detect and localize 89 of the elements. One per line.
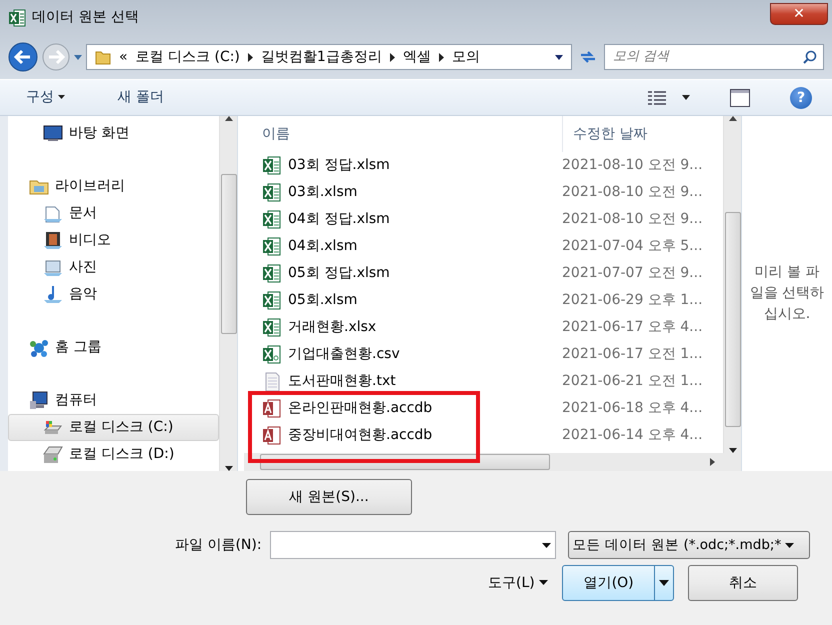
database-file-icon [262,398,282,418]
music-note-icon [43,284,63,304]
nav-item[interactable]: 음악 [8,281,219,308]
file-name[interactable]: 도서판매현황.txt [288,371,396,392]
scrollbar[interactable] [723,116,741,453]
nav-item[interactable]: 로컬 디스크 (D:) [8,441,219,468]
spreadsheet-file-icon [262,156,282,176]
preview-pane-icon[interactable] [730,88,750,106]
new-source-button[interactable]: 새 원본(S)... [246,479,412,515]
scrollbar[interactable] [219,116,237,471]
modified-date: 2021-08-10 오전 9... [562,183,703,202]
excel-icon [8,8,26,26]
open-button[interactable]: 열기(O) [562,565,674,601]
caret-icon[interactable] [682,95,690,100]
computer-icon [29,390,49,410]
document-icon [43,204,63,224]
modified-date: 2021-06-14 오후 4... [562,426,703,445]
network-icon [29,338,49,358]
file-name[interactable]: 03회.xlsm [288,182,358,203]
modified-date: 2021-06-17 오전 1... [562,345,703,364]
spreadsheet-file-icon [262,236,282,256]
file-name[interactable]: 04회 정답.xlsm [288,209,390,230]
breadcrumb[interactable]: 모의 [452,46,480,68]
nav-item[interactable]: 사진 [8,254,219,281]
file-name[interactable]: 거래현황.xlsx [288,317,376,338]
nav-item[interactable]: 로컬 디스크 (C:) [8,414,219,441]
file-name[interactable]: 05회 정답.xlsm [288,263,390,284]
file-name[interactable]: 중장비대여현황.accdb [288,425,432,446]
spreadsheet-file-icon [262,344,282,364]
breadcrumb[interactable]: 길벗컴활1급총정리 [260,46,382,68]
modified-date: 2021-08-10 오전 9... [562,156,703,175]
file-name[interactable]: 온라인판매현황.accdb [288,398,432,419]
caret-icon [58,95,66,100]
database-file-icon [262,426,282,446]
caret-icon[interactable] [542,542,551,548]
file-name-field[interactable] [270,531,556,559]
file-name[interactable]: 04회.xlsm [288,236,358,257]
nav-item[interactable]: 컴퓨터 [8,387,219,414]
breadcrumb[interactable]: 로컬 디스크 (C:) [136,46,240,68]
picture-icon [43,258,63,278]
spreadsheet-file-icon [262,290,282,310]
modified-date: 2021-08-10 오전 9... [562,210,703,229]
chevron-icon [248,52,253,62]
chevron-icon [438,52,444,62]
caret-icon[interactable] [555,54,563,60]
new-folder-button[interactable]: 새 폴더 [111,85,170,110]
folder-icon [95,49,111,65]
modified-date: 2021-07-04 오후 5... [562,237,703,256]
file-name[interactable]: 03회 정답.xlsm [288,155,390,176]
nav-item[interactable]: 문서 [8,200,219,227]
modified-date: 2021-07-07 오전 9... [562,264,703,283]
scroll-right-icon[interactable] [710,458,715,466]
address-bar[interactable]: « 로컬 디스크 (C:) 길벗컴활1급총정리 엑셀 모의 [86,44,572,70]
dropdown-value: 모든 데이터 원본 (*.odc;*.mdb;* [572,536,782,555]
nav-item[interactable]: 홈 그룹 [8,334,219,361]
file-type-dropdown[interactable]: 모든 데이터 원본 (*.odc;*.mdb;* [568,531,810,559]
modified-date: 2021-06-21 오전 1... [562,372,703,391]
close-button[interactable]: ✕ [770,2,828,24]
search-icon [803,50,817,64]
cancel-button[interactable]: 취소 [688,565,798,601]
back-icon[interactable] [8,42,38,72]
breadcrumb[interactable]: 엑셀 [402,46,431,68]
modified-date: 2021-06-17 오후 4... [562,318,703,337]
spreadsheet-file-icon [262,210,282,230]
drive-icon [43,444,63,464]
tools-button[interactable]: 도구(L) [482,570,554,596]
caret-icon [785,542,794,548]
film-icon [43,230,63,250]
caret-icon [659,580,670,586]
organize-button[interactable]: 구성 [20,85,72,110]
modified-date: 2021-06-18 오후 4... [562,399,703,418]
field-label: 파일 이름(N): [175,536,262,554]
file-name[interactable]: 05회.xlsm [288,290,358,311]
spreadsheet-file-icon [262,318,282,338]
spreadsheet-file-icon [262,264,282,284]
search-box[interactable]: 모의 검색 [604,44,824,70]
view-list-icon[interactable] [648,90,666,104]
file-name[interactable]: 기업대출현황.csv [288,344,400,365]
nav-item[interactable]: 라이브러리 [8,173,219,200]
overflow-chevron[interactable]: « [119,46,128,68]
window-title: 데이터 원본 선택 [32,8,139,27]
desktop-icon [43,124,63,144]
spreadsheet-file-icon [262,182,282,202]
nav-item[interactable]: 바탕 화면 [8,120,219,147]
nav-item[interactable]: 비디오 [8,227,219,254]
chevron-icon [390,52,395,62]
caret-icon [539,580,548,586]
modified-date: 2021-06-29 오후 1... [562,291,703,310]
column-header[interactable]: 이름 [244,122,562,146]
